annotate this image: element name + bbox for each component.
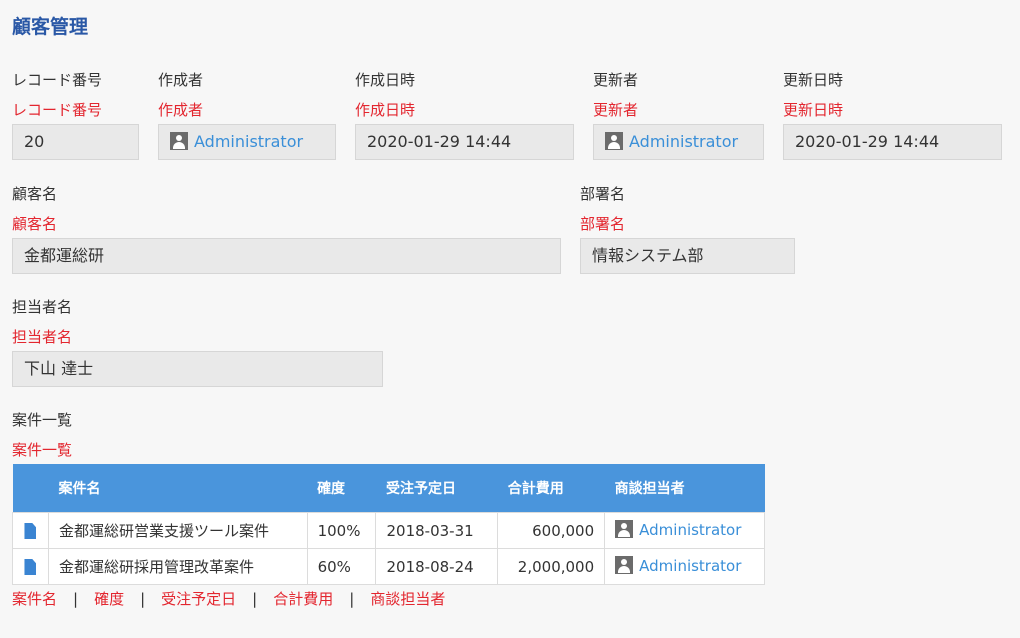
- updated-by-code: 更新者: [593, 101, 639, 119]
- created-at-value: 2020-01-29 14:44: [355, 124, 574, 160]
- user-icon: [615, 519, 634, 538]
- separator: |: [349, 590, 355, 608]
- contact-person-code: 担当者名: [12, 328, 73, 346]
- header-icon-column: [12, 464, 49, 513]
- separator: |: [140, 590, 146, 608]
- case-name-cell: 金都運総研営業支援ツール案件: [47, 512, 308, 549]
- department-value: 情報システム部: [580, 238, 795, 274]
- case-name-cell: 金都運総研採用管理改革案件: [47, 548, 308, 585]
- updated-by-value: Administrator: [593, 124, 764, 160]
- updated-by-field: 更新者 更新者 Administrator: [593, 70, 764, 160]
- created-by-user-link[interactable]: Administrator: [194, 132, 303, 151]
- created-by-code: 作成者: [158, 101, 204, 119]
- user-icon: [605, 131, 623, 150]
- contact-person-field: 担当者名 担当者名 下山 達士: [12, 297, 383, 387]
- header-order-date: 受注予定日: [375, 464, 498, 513]
- probability-cell: 100%: [306, 512, 377, 549]
- header-sales-owner: 商談担当者: [604, 464, 765, 513]
- document-icon[interactable]: [24, 523, 37, 539]
- column-code: 商談担当者: [370, 590, 446, 608]
- column-code-list: 案件名 | 確度 | 受注予定日 | 合計費用 | 商談担当者: [12, 588, 445, 609]
- sales-owner-link[interactable]: Administrator: [639, 521, 741, 539]
- total-cost-cell: 600,000: [497, 512, 606, 549]
- record-no-field: レコード番号 レコード番号 20: [12, 70, 139, 160]
- created-at-code: 作成日時: [355, 101, 416, 119]
- created-at-field: 作成日時 作成日時 2020-01-29 14:44: [355, 70, 574, 160]
- table-row: 金都運総研営業支援ツール案件 100% 2018-03-31 600,000 A…: [12, 512, 765, 549]
- column-code: 受注予定日: [161, 590, 237, 608]
- header-probability: 確度: [307, 464, 376, 513]
- department-field: 部署名 部署名 情報システム部: [580, 184, 795, 274]
- customer-name-label: 顧客名: [12, 185, 58, 203]
- customer-name-code: 顧客名: [12, 215, 58, 233]
- separator: |: [73, 590, 79, 608]
- case-table: 案件名 確度 受注予定日 合計費用 商談担当者 金都運総研営業支援ツール案件 1…: [12, 464, 765, 585]
- updated-by-label: 更新者: [593, 71, 639, 89]
- column-code: 合計費用: [273, 590, 334, 608]
- user-icon: [170, 131, 188, 150]
- document-icon[interactable]: [24, 559, 37, 575]
- case-list-code: 案件一覧: [12, 441, 73, 459]
- updated-at-field: 更新日時 更新日時 2020-01-29 14:44: [783, 70, 1002, 160]
- department-code: 部署名: [580, 215, 626, 233]
- order-date-cell: 2018-08-24: [375, 548, 499, 585]
- department-label: 部署名: [580, 185, 626, 203]
- updated-at-code: 更新日時: [783, 101, 844, 119]
- sales-owner-link[interactable]: Administrator: [639, 557, 741, 575]
- record-no-code: レコード番号: [12, 101, 103, 119]
- created-by-value: Administrator: [158, 124, 336, 160]
- updated-by-user-link[interactable]: Administrator: [629, 132, 738, 151]
- case-list-field: 案件一覧 案件一覧: [12, 410, 312, 460]
- header-case-name: 案件名: [48, 464, 308, 513]
- header-total-cost: 合計費用: [497, 464, 605, 513]
- record-no-value: 20: [12, 124, 139, 160]
- customer-name-value: 金都運総研: [12, 238, 561, 274]
- case-table-header: 案件名 確度 受注予定日 合計費用 商談担当者: [12, 464, 765, 513]
- contact-person-value: 下山 達士: [12, 351, 383, 387]
- sales-owner-cell: Administrator: [604, 512, 765, 549]
- record-link-cell[interactable]: [12, 512, 49, 549]
- user-icon: [615, 555, 634, 574]
- order-date-cell: 2018-03-31: [375, 512, 499, 549]
- created-by-label: 作成者: [158, 71, 204, 89]
- table-row: 金都運総研採用管理改革案件 60% 2018-08-24 2,000,000 A…: [12, 548, 765, 585]
- sales-owner-cell: Administrator: [604, 548, 765, 585]
- probability-cell: 60%: [306, 548, 377, 585]
- total-cost-cell: 2,000,000: [497, 548, 606, 585]
- separator: |: [252, 590, 258, 608]
- page-title: 顧客管理: [12, 16, 89, 38]
- updated-at-value: 2020-01-29 14:44: [783, 124, 1002, 160]
- created-at-label: 作成日時: [355, 71, 416, 89]
- customer-name-field: 顧客名 顧客名 金都運総研: [12, 184, 561, 274]
- updated-at-label: 更新日時: [783, 71, 844, 89]
- column-code: 確度: [94, 590, 125, 608]
- created-by-field: 作成者 作成者 Administrator: [158, 70, 336, 160]
- record-no-label: レコード番号: [12, 71, 103, 89]
- case-list-label: 案件一覧: [12, 411, 73, 429]
- contact-person-label: 担当者名: [12, 298, 73, 316]
- column-code: 案件名: [12, 590, 58, 608]
- record-link-cell[interactable]: [12, 548, 49, 585]
